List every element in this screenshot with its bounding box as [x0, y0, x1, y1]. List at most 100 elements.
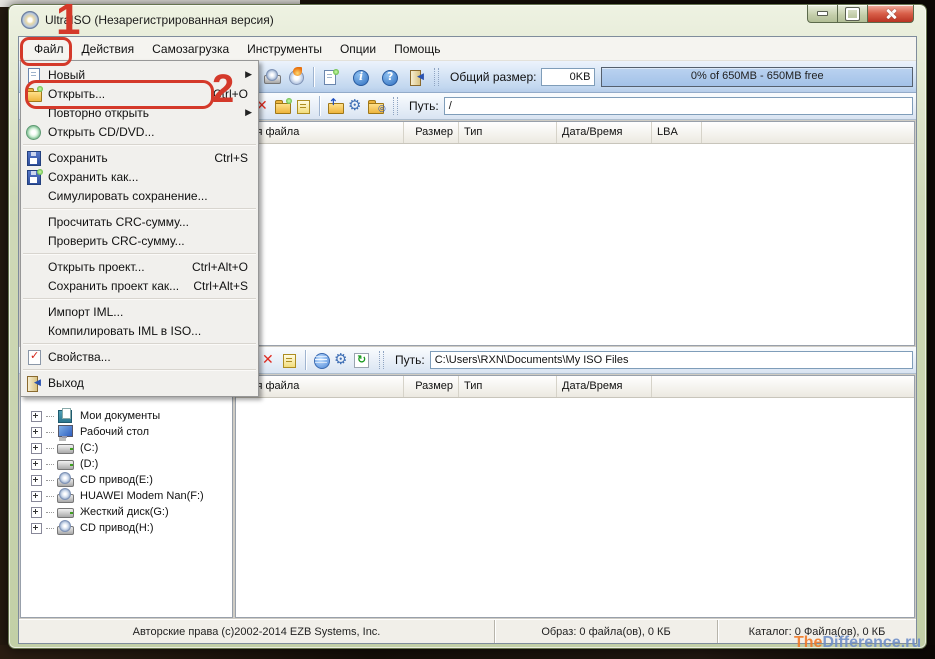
local-panel: Мои документы Рабочий стол (C:) (D:) [19, 374, 916, 619]
tree-item-desktop[interactable]: Рабочий стол [21, 424, 232, 440]
menu-item-open-project[interactable]: Открыть проект... Ctrl+Alt+O [21, 257, 258, 276]
column-datetime[interactable]: Дата/Время [557, 376, 652, 397]
local-path-field[interactable]: C:\Users\RXN\Documents\My ISO Files [430, 351, 913, 369]
menu-item-calc-crc[interactable]: Просчитать CRC-сумму... [21, 212, 258, 231]
open-cd-icon [24, 123, 44, 141]
menu-item-verify-crc[interactable]: Проверить CRC-сумму... [21, 231, 258, 250]
expand-icon[interactable] [31, 427, 42, 438]
extract-icon[interactable] [326, 97, 346, 115]
expand-icon[interactable] [31, 507, 42, 518]
save-as-icon [24, 168, 44, 186]
capacity-progress-bar: 0% of 650MB - 650MB free [601, 67, 913, 87]
column-size[interactable]: Размер [404, 376, 459, 397]
menu-file[interactable]: Файл [25, 38, 73, 60]
iso-file-list: Имя файла Размер Тип Дата/Время LBA [235, 121, 915, 346]
menu-separator [23, 343, 256, 344]
total-size-label: Общий размер: [450, 70, 536, 84]
menu-help[interactable]: Помощь [385, 38, 449, 60]
menu-options[interactable]: Опции [331, 38, 385, 60]
menu-item-import-iml[interactable]: Импорт IML... [21, 302, 258, 321]
tree-item-drive-c[interactable]: (C:) [21, 440, 232, 456]
column-filename[interactable]: Имя файла [236, 376, 404, 397]
rename-icon[interactable] [279, 351, 299, 369]
column-filler [702, 122, 914, 143]
toolbar-gripper[interactable] [434, 68, 439, 86]
menu-item-open[interactable]: Открыть... Ctrl+O [21, 84, 258, 103]
help-icon[interactable] [380, 68, 400, 86]
iso-path-field[interactable]: / [444, 97, 913, 115]
tree-item-cd-h[interactable]: CD привод(H:) [21, 520, 232, 536]
exit-door-icon[interactable] [407, 68, 427, 86]
column-filename[interactable]: Имя файла [236, 122, 404, 143]
settings-gear-icon[interactable] [332, 351, 352, 369]
status-copyright: Авторские права (c)2002-2014 EZB Systems… [19, 620, 495, 643]
cd-drive-icon [56, 519, 76, 537]
total-size-field: 0KB [541, 68, 595, 86]
tree-item-modem-f[interactable]: HUAWEI Modem Nan(F:) [21, 488, 232, 504]
properties-icon [24, 348, 44, 366]
maximize-icon [846, 8, 859, 20]
save-floppy-icon [24, 149, 44, 167]
close-icon [885, 8, 897, 20]
expand-icon[interactable] [31, 443, 42, 454]
tree-item-drive-d[interactable]: (D:) [21, 456, 232, 472]
menu-item-exit[interactable]: Выход [21, 373, 258, 392]
menu-item-simulate-save[interactable]: Симулировать сохранение... [21, 186, 258, 205]
file-menu-dropdown: Новый ▶ Открыть... Ctrl+O Повторно откры… [20, 60, 259, 397]
menu-separator [23, 369, 256, 370]
menu-item-save-as[interactable]: Сохранить как... [21, 167, 258, 186]
new-folder-icon[interactable] [273, 97, 293, 115]
close-button[interactable] [868, 5, 914, 23]
menu-item-compile-iml[interactable]: Компилировать IML в ISO... [21, 321, 258, 340]
menu-separator [23, 253, 256, 254]
expand-icon[interactable] [31, 459, 42, 470]
cd-burner-icon[interactable] [263, 68, 283, 86]
menu-item-save-project-as[interactable]: Сохранить проект как... Ctrl+Alt+S [21, 276, 258, 295]
expand-icon[interactable] [31, 491, 42, 502]
tree-item-drive-g[interactable]: Жесткий диск(G:) [21, 504, 232, 520]
expand-icon[interactable] [31, 475, 42, 486]
iso-list-body[interactable] [236, 144, 914, 345]
menu-tools[interactable]: Инструменты [238, 38, 331, 60]
info-icon[interactable] [351, 68, 371, 86]
open-folder-icon [24, 85, 44, 103]
toolbar-gripper[interactable] [379, 351, 384, 369]
local-list-header: Имя файла Размер Тип Дата/Время [236, 376, 914, 398]
local-list-body[interactable] [236, 398, 914, 617]
maximize-button[interactable] [838, 5, 868, 23]
status-image-info: Образ: 0 файла(ов), 0 КБ [495, 620, 718, 643]
menu-item-properties[interactable]: Свойства... [21, 347, 258, 366]
column-type[interactable]: Тип [459, 122, 557, 143]
menu-item-save[interactable]: Сохранить Ctrl+S [21, 148, 258, 167]
tree-item-cd-e[interactable]: CD привод(E:) [21, 472, 232, 488]
expand-icon[interactable] [31, 411, 42, 422]
minimize-button[interactable] [807, 5, 838, 23]
toolbar-separator [319, 96, 320, 116]
expand-icon[interactable] [31, 523, 42, 534]
menu-item-open-cd[interactable]: Открыть CD/DVD... [21, 122, 258, 141]
toolbar-gripper[interactable] [393, 97, 398, 115]
column-size[interactable]: Размер [404, 122, 459, 143]
column-type[interactable]: Тип [459, 376, 557, 397]
menu-actions[interactable]: Действия [73, 38, 144, 60]
burn-disc-icon[interactable] [287, 68, 307, 86]
settings-gear-icon[interactable] [346, 97, 366, 115]
column-datetime[interactable]: Дата/Время [557, 122, 652, 143]
menu-item-reopen[interactable]: Повторно открыть ▶ [21, 103, 258, 122]
refresh-icon[interactable] [352, 351, 372, 369]
menu-item-new[interactable]: Новый ▶ [21, 65, 258, 84]
iso-path-label: Путь: [409, 99, 439, 113]
rename-icon[interactable] [293, 97, 313, 115]
menu-bootable[interactable]: Самозагрузка [143, 38, 238, 60]
column-filler [652, 376, 914, 397]
new-document-icon[interactable] [320, 68, 340, 86]
tree-item-documents[interactable]: Мои документы [21, 408, 232, 424]
toolbar-separator [305, 350, 306, 370]
delete-icon[interactable] [259, 351, 279, 369]
title-bar[interactable]: UltraISO (Незарегистрированная версия) [9, 5, 926, 35]
cd-folder-icon[interactable]: ◎ [366, 97, 386, 115]
column-lba[interactable]: LBA [652, 122, 702, 143]
browse-icon[interactable] [312, 351, 332, 369]
exit-door-icon [24, 374, 44, 392]
local-file-list: Имя файла Размер Тип Дата/Время [235, 375, 915, 618]
